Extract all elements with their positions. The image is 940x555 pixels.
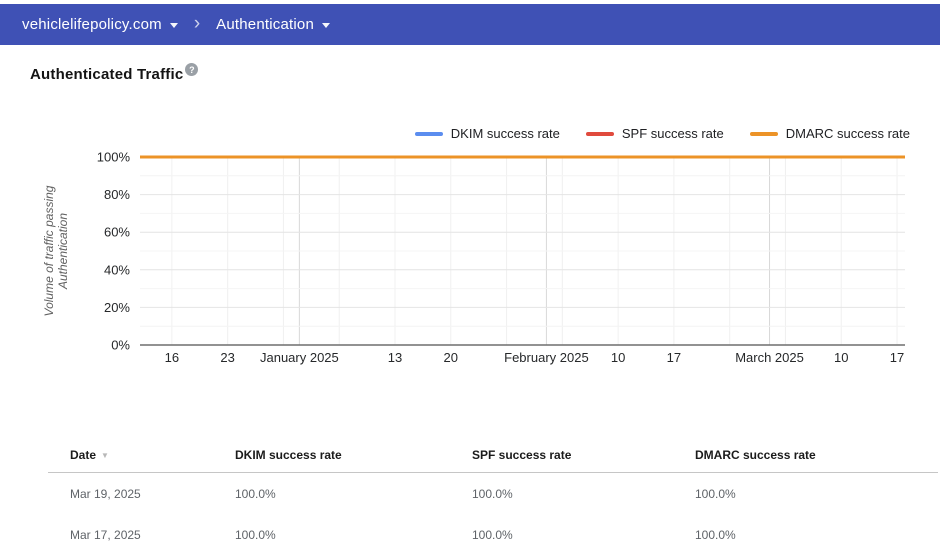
legend-item: SPF success rate xyxy=(585,126,724,141)
page-title: Authenticated Traffic xyxy=(30,66,184,83)
date-cell: Mar 19, 2025 xyxy=(70,486,141,501)
legend-label: DKIM success rate xyxy=(450,126,560,141)
table-row: Mar 17, 2025 100.0% 100.0% 100.0% xyxy=(48,514,938,555)
chevron-down-icon xyxy=(169,23,178,28)
y-axis-title-line: Volume of traffic passing xyxy=(42,185,56,316)
y-tick-label: 40% xyxy=(104,262,130,277)
column-header-label: Date xyxy=(70,447,97,462)
column-header-dkim: DKIM success rate xyxy=(235,437,472,473)
h-gridlines xyxy=(140,156,905,327)
x-tick-label: 20 xyxy=(444,350,458,365)
value-cell: 100.0% xyxy=(695,527,736,542)
section-label: Authentication xyxy=(216,16,315,33)
stats-table: Date ▼ DKIM success rate SPF success rate… xyxy=(48,437,938,555)
y-tick-label: 60% xyxy=(104,225,130,240)
legend-item: DMARC success rate xyxy=(749,126,910,141)
legend-item: DKIM success rate xyxy=(414,126,560,141)
x-tick-label: 17 xyxy=(667,350,681,365)
column-header-date[interactable]: Date ▼ xyxy=(48,437,235,473)
sort-desc-icon: ▼ xyxy=(101,450,109,460)
y-tick-label: 80% xyxy=(104,187,130,202)
x-tick-label: 13 xyxy=(388,350,402,365)
x-tick-label: March 2025 xyxy=(735,350,804,365)
y-tick-label: 20% xyxy=(104,300,130,315)
authenticated-traffic-chart: 0% 20% 40% 60% 80% 100% 16 23 January 2025 13 20 Fe… xyxy=(42,150,905,365)
x-tick-label: 10 xyxy=(834,350,848,365)
chevron-down-icon xyxy=(322,23,331,28)
column-header-spf: SPF success rate xyxy=(472,437,695,473)
x-tick-label: February 2025 xyxy=(504,350,589,365)
value-cell: 100.0% xyxy=(695,486,736,501)
value-cell: 100.0% xyxy=(235,486,276,501)
chart-legend: DKIM success rate SPF success rate DMARC s… xyxy=(414,126,910,141)
date-cell: Mar 17, 2025 xyxy=(70,527,141,542)
breadcrumb-chevron-icon: › xyxy=(193,12,201,34)
x-tick-label: 10 xyxy=(611,350,625,365)
legend-line-swatch xyxy=(414,131,443,136)
help-icon[interactable]: ? xyxy=(185,63,199,76)
x-tick-label: 17 xyxy=(890,350,904,365)
value-cell: 100.0% xyxy=(472,486,513,501)
domain-selector[interactable]: vehiclelifepolicy.com xyxy=(22,16,178,33)
y-axis-labels: 0% 20% 40% 60% 80% 100% xyxy=(97,150,131,353)
legend-line-swatch xyxy=(585,131,614,136)
value-cell: 100.0% xyxy=(472,527,513,542)
table-header-row: Date ▼ DKIM success rate SPF success rate… xyxy=(48,437,938,473)
section-selector[interactable]: Authentication xyxy=(216,16,331,33)
y-tick-label: 0% xyxy=(111,338,130,353)
app-header: vehiclelifepolicy.com › Authentication xyxy=(0,4,940,45)
y-axis-title: Volume of traffic passing Authentication xyxy=(42,185,70,316)
x-tick-label: 23 xyxy=(220,350,234,365)
x-tick-label: 16 xyxy=(165,350,179,365)
legend-line-swatch xyxy=(749,131,778,136)
x-tick-label: January 2025 xyxy=(260,350,339,365)
y-axis-title-line: Authentication xyxy=(56,213,70,290)
column-header-dmarc: DMARC success rate xyxy=(695,437,938,473)
domain-label: vehiclelifepolicy.com xyxy=(22,16,162,33)
legend-label: SPF success rate xyxy=(621,126,724,141)
page-title-row: Authenticated Traffic ? xyxy=(30,63,199,83)
legend-label: DMARC success rate xyxy=(785,126,910,141)
value-cell: 100.0% xyxy=(235,527,276,542)
x-axis-labels: 16 23 January 2025 13 20 February 2025 10 17 Mar… xyxy=(165,350,905,365)
y-tick-label: 100% xyxy=(97,150,131,165)
table-row: Mar 19, 2025 100.0% 100.0% 100.0% xyxy=(48,473,938,515)
